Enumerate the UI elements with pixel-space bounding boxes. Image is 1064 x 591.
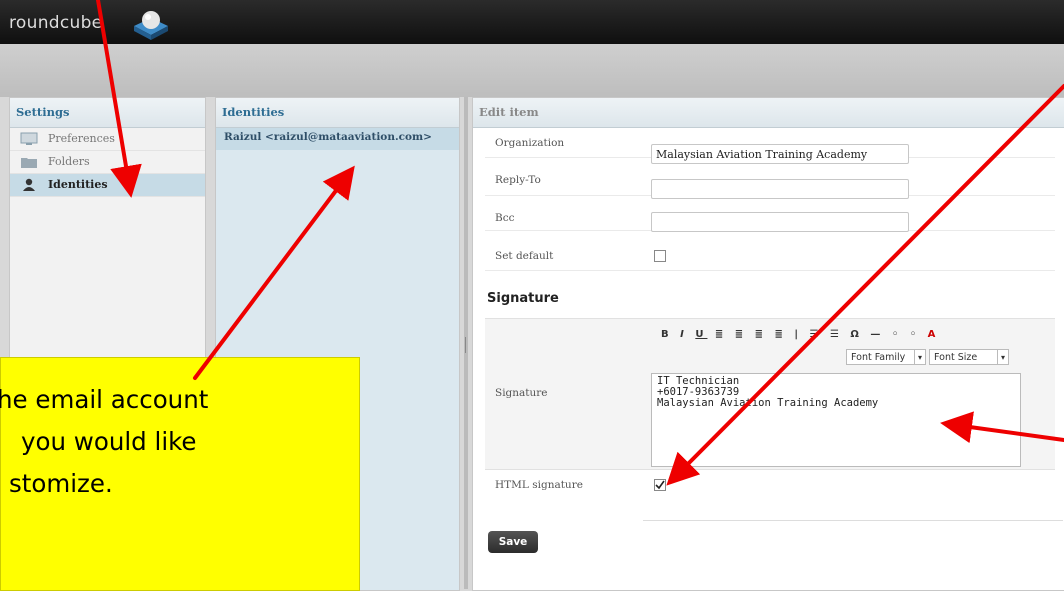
form-row-replyto: Reply-To	[485, 163, 1055, 199]
font-size-value: Font Size	[934, 352, 978, 363]
settings-item-label: Folders	[48, 155, 90, 168]
chevron-down-icon: ▾	[997, 350, 1008, 364]
signature-label: Signature	[495, 387, 548, 399]
organization-input[interactable]: Malaysian Aviation Training Academy	[651, 144, 909, 164]
signature-textarea[interactable]: IT Technician +6017-9363739 Malaysian Av…	[651, 373, 1021, 467]
callout-line: he email account	[0, 385, 209, 414]
edit-title: Edit item	[473, 98, 1064, 128]
logo-text: roundcube	[9, 13, 103, 33]
form-row-bcc: Bcc	[485, 198, 1055, 232]
replyto-label: Reply-To	[495, 174, 541, 186]
callout-line: stomize.	[9, 469, 113, 498]
html-signature-label: HTML signature	[495, 479, 583, 491]
roundcube-logo-icon	[134, 11, 168, 40]
replyto-input[interactable]	[651, 179, 909, 199]
organization-label: Organization	[495, 137, 565, 149]
divider	[643, 520, 1063, 521]
font-family-select[interactable]: Font Family ▾	[846, 349, 926, 365]
settings-item-label: Identities	[48, 178, 108, 191]
chevron-down-icon: ▾	[914, 350, 925, 364]
format-buttons-icon[interactable]: B I U ≣ ≣ ≣ ≣ | ☰ ☰ Ω — ◦ ◦ A	[661, 329, 939, 340]
folder-icon	[21, 158, 37, 168]
settings-item-identities[interactable]: Identities	[10, 174, 205, 197]
form-row-setdefault: Set default	[485, 238, 1055, 271]
user-icon	[23, 178, 35, 191]
save-button[interactable]: Save	[488, 531, 538, 553]
settings-item-folders[interactable]: Folders	[10, 151, 205, 174]
top-bar: roundcube	[0, 0, 1064, 44]
font-family-value: Font Family	[851, 352, 906, 363]
signature-section-title: Signature	[487, 291, 559, 306]
setdefault-checkbox[interactable]	[654, 250, 666, 262]
form-row-organization: Organization Malaysian Aviation Training…	[485, 127, 1055, 164]
callout-line: you would like	[21, 427, 197, 456]
panel-splitter[interactable]	[464, 97, 468, 589]
html-signature-checkbox[interactable]	[654, 479, 666, 491]
settings-title: Settings	[10, 98, 205, 128]
splitter-grip-icon	[465, 337, 468, 353]
identity-item[interactable]: Raizul <raizul@mataaviation.com>	[216, 128, 459, 150]
signature-block: Signature B I U ≣ ≣ ≣ ≣ | ☰ ☰ Ω — ◦ ◦ A …	[485, 318, 1055, 470]
setdefault-label: Set default	[495, 250, 554, 262]
settings-item-label: Preferences	[48, 132, 115, 145]
editor-toolbar: B I U ≣ ≣ ≣ ≣ | ☰ ☰ Ω — ◦ ◦ A Font Famil…	[651, 319, 1021, 373]
identities-title: Identities	[216, 98, 459, 128]
signature-editor: B I U ≣ ≣ ≣ ≣ | ☰ ☰ Ω — ◦ ◦ A Font Famil…	[651, 319, 1021, 467]
instruction-callout: he email account you would like stomize.	[0, 357, 360, 591]
settings-item-preferences[interactable]: Preferences	[10, 128, 205, 151]
checkmark-icon	[655, 480, 665, 490]
bcc-label: Bcc	[495, 212, 515, 224]
monitor-icon	[20, 132, 38, 145]
bcc-input[interactable]	[651, 212, 909, 232]
signature-line: Malaysian Aviation Training Academy	[657, 397, 879, 409]
edit-panel: Edit item Organization Malaysian Aviatio…	[472, 97, 1064, 591]
toolbar-area	[0, 44, 1064, 97]
font-size-select[interactable]: Font Size ▾	[929, 349, 1009, 365]
form-row-html-signature: HTML signature	[485, 470, 1055, 498]
